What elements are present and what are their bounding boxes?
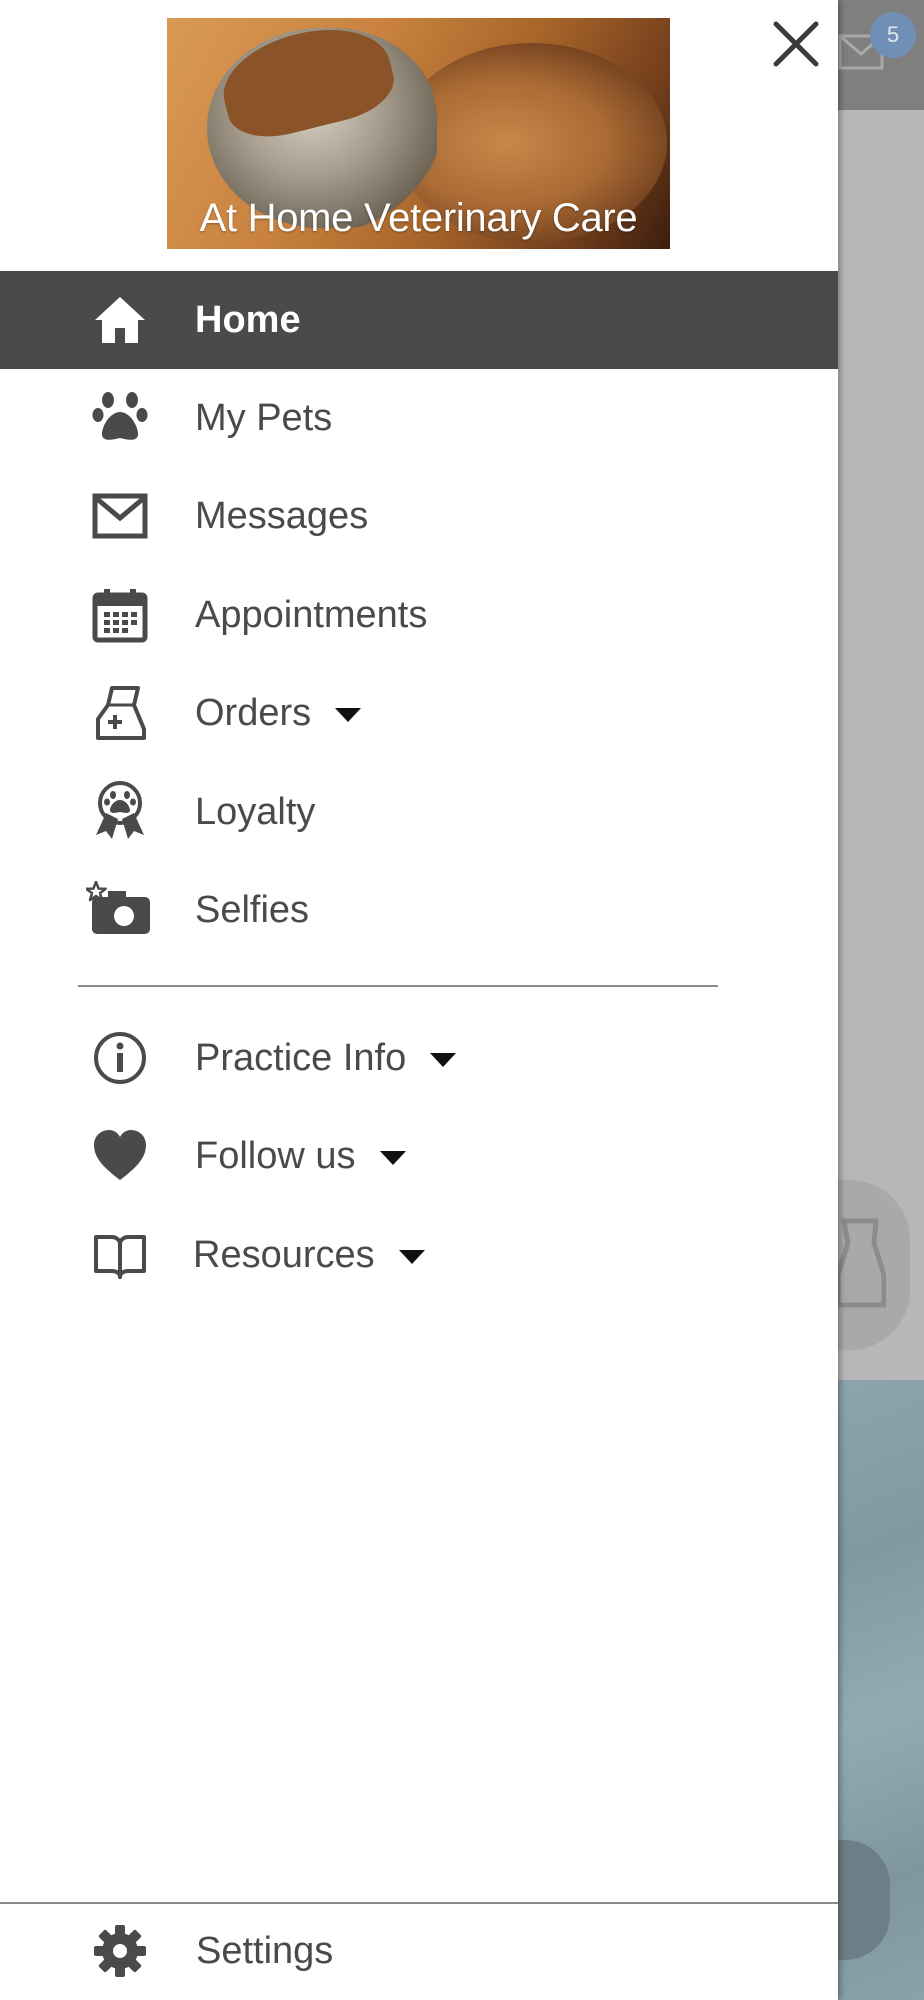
message-count-badge: 5 [870, 12, 916, 58]
menu-item-home[interactable]: Home [0, 271, 838, 369]
menu-item-label-with-caret: Practice Info [195, 1035, 457, 1081]
camera-star-icon [86, 881, 150, 934]
menu-item-label: Practice Info [195, 1037, 407, 1079]
menu-item-loyalty[interactable]: Loyalty [0, 763, 838, 861]
menu-item-follow-us[interactable]: Follow us [0, 1107, 838, 1205]
menu-item-label: Selfies [195, 889, 310, 931]
menu-item-messages[interactable]: Messages [0, 467, 838, 565]
close-icon[interactable] [770, 18, 822, 70]
dropdown-caret-icon [335, 707, 362, 722]
menu-item-resources[interactable]: Resources [0, 1206, 838, 1304]
dropdown-caret-icon [430, 1052, 457, 1067]
book-icon [94, 1235, 146, 1279]
calendar-icon [92, 589, 148, 643]
home-icon [95, 297, 145, 343]
menu-item-my-pets[interactable]: My Pets [0, 369, 838, 467]
menu-item-label: Orders [195, 692, 312, 734]
medicine-bag-icon [96, 686, 146, 740]
background-jar-icon [835, 1218, 886, 1308]
menu-divider [78, 985, 718, 987]
navigation-drawer: At Home Veterinary Care Home My Pets Mes… [0, 0, 838, 2000]
menu-item-appointments[interactable]: Appointments [0, 566, 838, 664]
paw-award-icon [96, 781, 144, 839]
menu-item-label: Resources [193, 1234, 375, 1276]
menu-item-settings[interactable]: Settings [0, 1903, 838, 2000]
menu-item-label-with-caret: Resources [193, 1232, 425, 1278]
menu-item-practice-info[interactable]: Practice Info [0, 1009, 838, 1107]
paw-icon [92, 392, 148, 440]
menu-item-label-with-caret: Orders [195, 690, 362, 736]
menu-item-label: Home [195, 299, 301, 341]
menu-item-label: Loyalty [195, 791, 316, 833]
practice-banner: At Home Veterinary Care [167, 18, 670, 249]
dropdown-caret-icon [379, 1150, 406, 1165]
menu-item-orders[interactable]: Orders [0, 664, 838, 762]
dropdown-caret-icon [398, 1249, 425, 1264]
menu-item-label: Appointments [195, 594, 428, 636]
info-icon [94, 1032, 146, 1084]
banner-title: At Home Veterinary Care [199, 196, 638, 240]
menu-item-label-with-caret: Follow us [195, 1133, 406, 1179]
menu-item-label: Settings [196, 1930, 334, 1972]
menu-item-label: My Pets [195, 397, 333, 439]
menu-item-selfies[interactable]: Selfies [0, 861, 838, 959]
gear-icon [94, 1925, 146, 1977]
menu-item-label: Follow us [195, 1135, 356, 1177]
menu-item-label: Messages [195, 495, 369, 537]
heart-icon [94, 1130, 146, 1180]
envelope-icon [92, 493, 148, 539]
